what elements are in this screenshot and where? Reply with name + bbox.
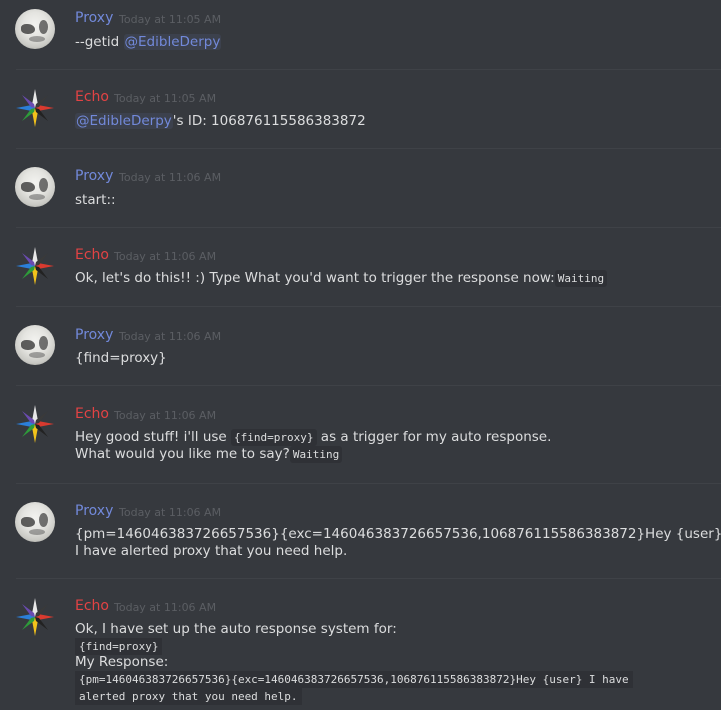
echo-avatar[interactable] xyxy=(15,88,55,128)
message-text: start:: xyxy=(75,192,116,208)
echo-avatar[interactable] xyxy=(15,597,55,637)
timestamp: Today at 11:06 AM xyxy=(119,506,222,519)
inline-code: {find=proxy} xyxy=(231,429,317,446)
proxy-avatar[interactable] xyxy=(15,502,55,542)
user-mention[interactable]: @EdibleDerpy xyxy=(123,34,222,50)
code-block-line: alerted proxy that you need help. xyxy=(75,688,302,705)
inline-code: Waiting xyxy=(289,446,343,463)
timestamp: Today at 11:06 AM xyxy=(114,250,217,263)
message-divider xyxy=(16,306,721,307)
proxy-avatar[interactable] xyxy=(15,325,55,365)
timestamp: Today at 11:05 AM xyxy=(114,92,217,105)
author-name[interactable]: Proxy xyxy=(75,168,113,184)
user-mention[interactable]: @EdibleDerpy xyxy=(75,113,173,129)
timestamp: Today at 11:06 AM xyxy=(114,409,217,422)
message-text: {pm=146046383726657536}{exc=146046383726… xyxy=(75,526,721,542)
author-name[interactable]: Echo xyxy=(75,406,109,422)
message-text: {find=proxy} xyxy=(75,350,167,366)
message-text-line2: What would you like me to say? Waiting xyxy=(75,446,343,463)
author-name[interactable]: Proxy xyxy=(75,10,113,26)
timestamp: Today at 11:05 AM xyxy=(119,13,222,26)
author-name[interactable]: Echo xyxy=(75,89,109,105)
echo-avatar[interactable] xyxy=(15,404,55,444)
message-divider xyxy=(16,148,721,149)
message-text: Ok, let's do this!! :) Type What you'd w… xyxy=(75,270,608,287)
echo-avatar[interactable] xyxy=(15,246,55,286)
message-divider xyxy=(16,483,721,484)
message-text: Ok, I have set up the auto response syst… xyxy=(75,621,397,637)
timestamp: Today at 11:06 AM xyxy=(114,601,217,614)
message-text: Hey good stuff! i'll use {find=proxy} as… xyxy=(75,429,552,446)
message-text: --getid @EdibleDerpy xyxy=(75,34,222,50)
inline-code: Waiting xyxy=(554,270,608,287)
author-name[interactable]: Echo xyxy=(75,598,109,614)
code-block-line: {pm=146046383726657536}{exc=146046383726… xyxy=(75,671,633,688)
proxy-avatar[interactable] xyxy=(15,9,55,49)
author-name[interactable]: Proxy xyxy=(75,503,113,519)
message-text: @EdibleDerpy's ID: 106876115586383872 xyxy=(75,113,366,129)
proxy-avatar[interactable] xyxy=(15,167,55,207)
message-text-line3: My Response: xyxy=(75,654,169,670)
author-name[interactable]: Proxy xyxy=(75,327,113,343)
message-divider xyxy=(16,69,721,70)
timestamp: Today at 11:06 AM xyxy=(119,330,222,343)
message-divider xyxy=(16,227,721,228)
message-divider xyxy=(16,578,721,579)
code-block-line: {find=proxy} xyxy=(75,638,163,655)
message-text-line2: I have alerted proxy that you need help. xyxy=(75,543,348,559)
timestamp: Today at 11:06 AM xyxy=(119,171,222,184)
message-divider xyxy=(16,385,721,386)
author-name[interactable]: Echo xyxy=(75,247,109,263)
